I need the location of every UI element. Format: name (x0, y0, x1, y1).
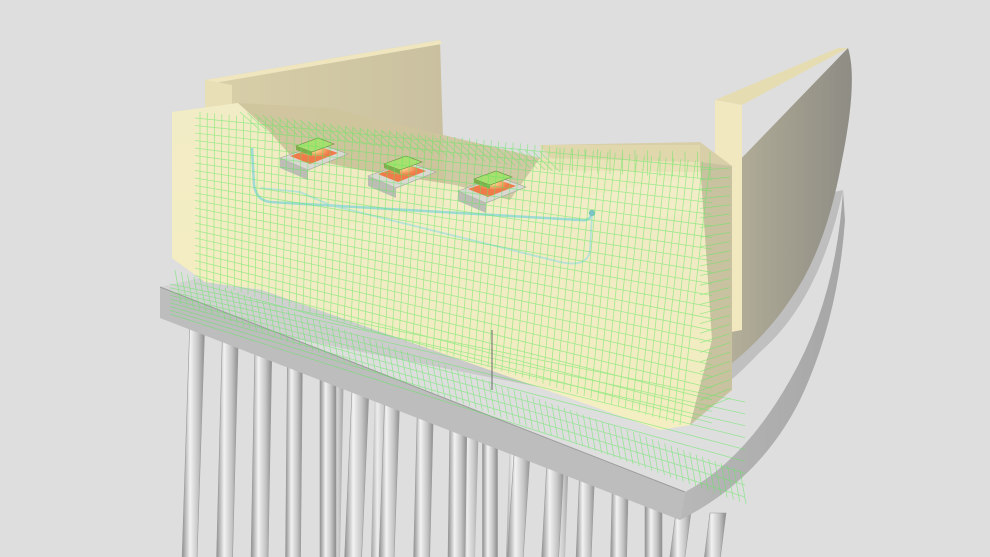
pile (447, 415, 468, 557)
bridge-abutment-model[interactable] (0, 0, 990, 557)
pile (344, 378, 370, 557)
pile (704, 512, 727, 557)
pile (250, 342, 273, 557)
3d-viewport[interactable] (0, 0, 990, 557)
pile (285, 354, 303, 557)
pile (319, 366, 337, 557)
pile (181, 317, 206, 557)
pile (216, 329, 239, 557)
